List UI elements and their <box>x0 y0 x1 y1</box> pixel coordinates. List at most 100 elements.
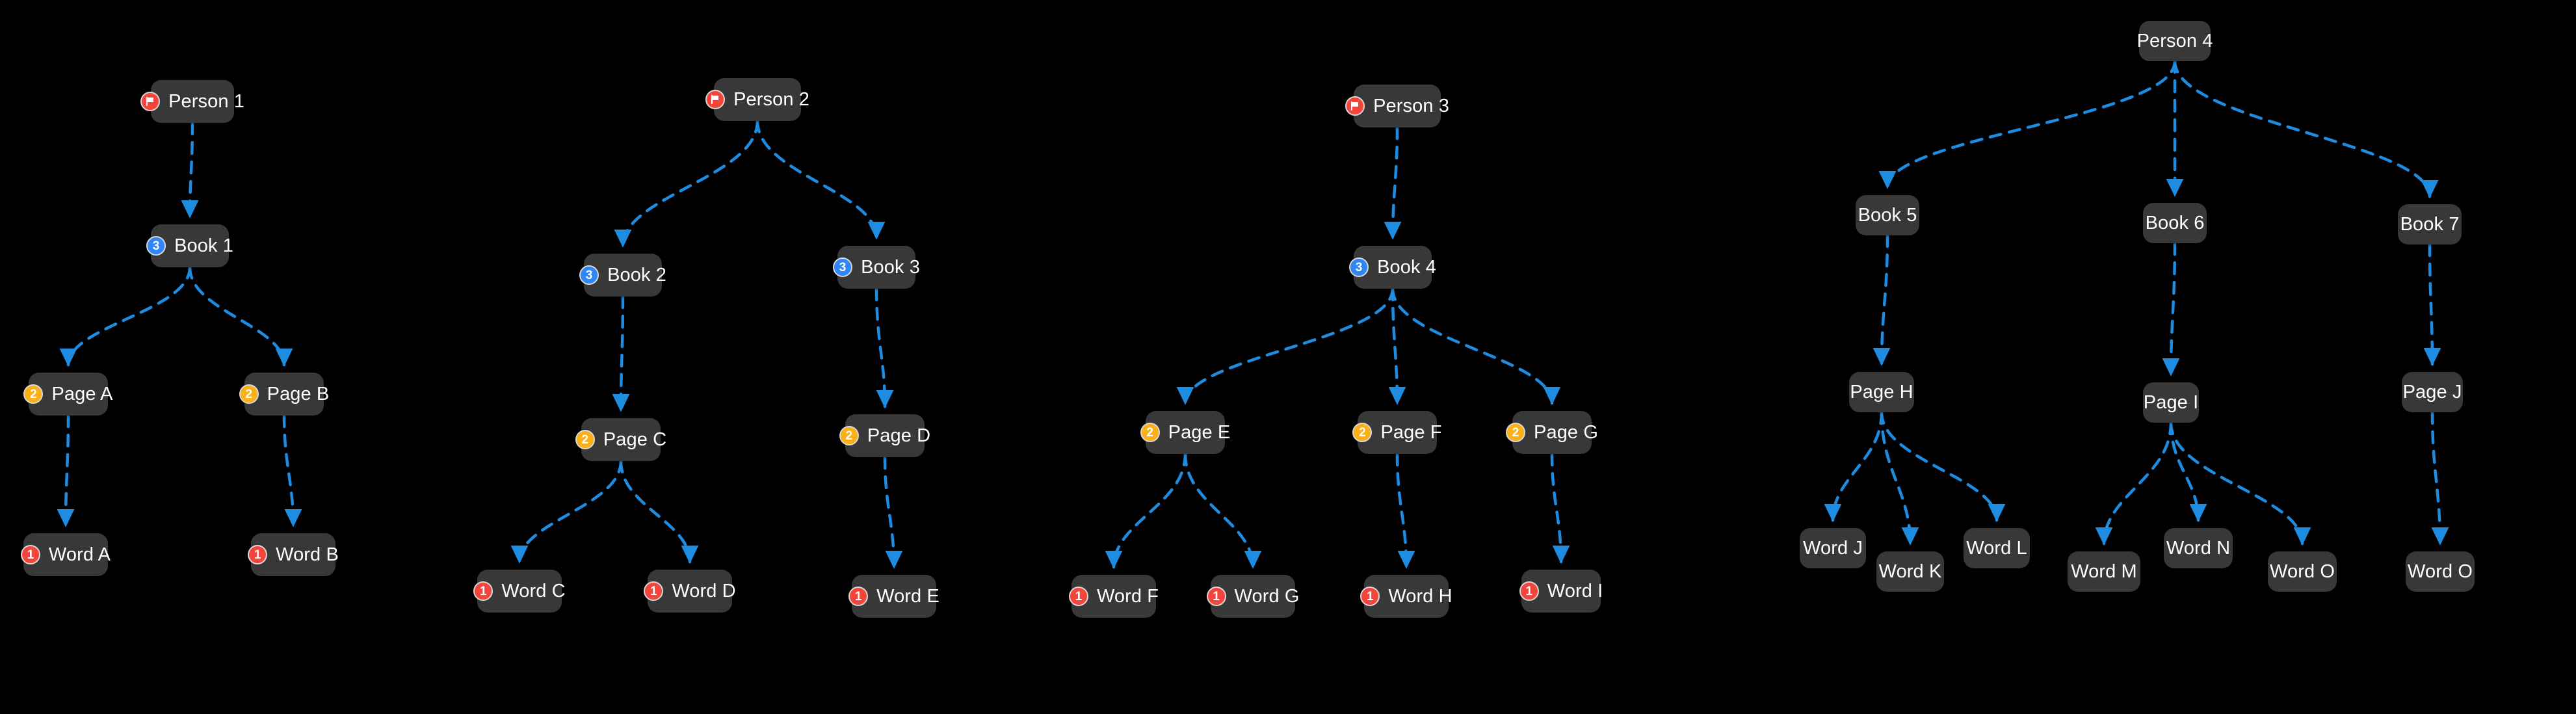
badge-count-value: 1 <box>854 589 862 603</box>
word-count-badge: 1 <box>848 587 869 606</box>
graph-node-wordE[interactable]: 1 Word E <box>848 575 940 618</box>
badge-count-value: 1 <box>1367 589 1374 603</box>
graph-node-pageG[interactable]: 2 Page G <box>1506 411 1598 454</box>
page-count-badge: 2 <box>575 430 595 449</box>
graph-node-pageF[interactable]: 2 Page F <box>1352 411 1441 454</box>
page-count-badge: 2 <box>1140 423 1160 442</box>
graph-node-book2[interactable]: 3 Book 2 <box>579 254 666 297</box>
node-layer: Person 1 3 Book 1 2 Page A 2 Page B 1 Word A 1 Wor… <box>0 0 2576 714</box>
graph-node-book7[interactable]: Book 7 <box>2398 204 2462 245</box>
book-count-badge: 3 <box>833 258 853 277</box>
graph-node-label: Page B <box>267 383 330 404</box>
badge-count-value: 1 <box>1525 584 1533 598</box>
flag-glyph-icon <box>1350 101 1360 111</box>
book-count-badge: 3 <box>579 265 599 285</box>
badge-count-value: 2 <box>1359 425 1366 440</box>
graph-node-label: Word O <box>2270 561 2335 582</box>
graph-node-wordG[interactable]: 1 Word G <box>1206 575 1299 618</box>
badge-count-value: 1 <box>650 584 657 598</box>
book-count-badge: 3 <box>1349 258 1369 277</box>
graph-node-wordC[interactable]: 1 Word C <box>473 570 566 613</box>
graph-node-wordI[interactable]: 1 Word I <box>1519 570 1603 613</box>
graph-node-label: Word L <box>1966 537 2027 559</box>
graph-node-label: Page F <box>1380 421 1442 443</box>
graph-node-wordK[interactable]: Word K <box>1876 551 1944 592</box>
graph-node-person2[interactable]: Person 2 <box>705 78 809 121</box>
graph-node-label: Book 5 <box>1858 204 1917 226</box>
graph-node-pageJ[interactable]: Page J <box>2402 372 2463 412</box>
graph-node-wordJ[interactable]: Word J <box>1800 528 1866 568</box>
graph-node-wordO1[interactable]: Word O <box>2268 551 2337 592</box>
flag-glyph-icon <box>711 95 720 104</box>
graph-node-label: Person 1 <box>168 90 244 112</box>
graph-node-pageD[interactable]: 2 Page D <box>839 414 930 457</box>
graph-node-pageI[interactable]: Page I <box>2143 382 2199 423</box>
graph-node-wordB[interactable]: 1 Word B <box>248 533 339 576</box>
graph-node-book1[interactable]: 3 Book 1 <box>146 224 233 267</box>
graph-node-book6[interactable]: Book 6 <box>2143 203 2207 243</box>
graph-node-label: Book 4 <box>1377 256 1436 278</box>
graph-node-person4[interactable]: Person 4 <box>2136 21 2213 61</box>
badge-count-value: 2 <box>30 387 37 401</box>
graph-node-label: Word K <box>1878 561 1942 582</box>
graph-node-label: Page G <box>1534 421 1598 443</box>
page-count-badge: 2 <box>239 384 259 404</box>
graph-node-wordN[interactable]: Word N <box>2164 528 2233 568</box>
flag-glyph-icon <box>146 97 155 106</box>
graph-node-pageE[interactable]: 2 Page E <box>1140 411 1230 454</box>
graph-node-label: Person 2 <box>733 88 809 110</box>
badge-count-value: 3 <box>1355 260 1363 274</box>
graph-node-label: Page I <box>2143 391 2199 413</box>
graph-node-wordD[interactable]: 1 Word D <box>644 570 736 613</box>
graph-node-book3[interactable]: 3 Book 3 <box>833 246 920 289</box>
badge-count-value: 2 <box>845 429 853 443</box>
page-count-badge: 2 <box>839 426 859 445</box>
page-count-badge: 2 <box>1506 423 1526 442</box>
graph-node-wordL[interactable]: Word L <box>1964 528 2030 568</box>
graph-node-person3[interactable]: Person 3 <box>1345 85 1449 127</box>
graph-node-label: Book 7 <box>2400 213 2460 235</box>
word-count-badge: 1 <box>1206 587 1226 606</box>
word-count-badge: 1 <box>473 581 493 601</box>
page-count-badge: 2 <box>1352 423 1373 442</box>
badge-count-value: 1 <box>254 548 261 562</box>
graph-node-person1[interactable]: Person 1 <box>140 80 244 123</box>
graph-node-label: Book 1 <box>174 235 233 256</box>
graph-node-book4[interactable]: 3 Book 4 <box>1349 246 1436 289</box>
graph-node-label: Book 6 <box>2145 212 2205 233</box>
badge-count-value: 1 <box>480 584 487 598</box>
word-count-badge: 1 <box>248 545 268 564</box>
graph-node-label: Word B <box>276 544 339 565</box>
graph-node-wordA[interactable]: 1 Word A <box>20 533 111 576</box>
graph-node-pageC[interactable]: 2 Page C <box>575 418 666 461</box>
graph-node-pageB[interactable]: 2 Page B <box>239 373 329 416</box>
graph-node-book5[interactable]: Book 5 <box>1856 195 1919 235</box>
badge-count-value: 1 <box>1075 589 1083 603</box>
graph-node-label: Word G <box>1234 585 1300 607</box>
graph-node-wordF[interactable]: 1 Word F <box>1068 575 1159 618</box>
flag-icon <box>140 92 161 111</box>
badge-count-value: 1 <box>1213 589 1220 603</box>
badge-count-value: 3 <box>585 268 593 282</box>
graph-node-label: Page C <box>603 429 667 450</box>
graph-node-wordO2[interactable]: Word O <box>2406 551 2475 592</box>
graph-node-label: Word D <box>672 580 736 602</box>
badge-count-value: 3 <box>839 260 847 274</box>
graph-node-label: Book 3 <box>861 256 920 278</box>
graph-node-label: Word J <box>1803 537 1863 559</box>
word-count-badge: 1 <box>644 581 664 601</box>
graph-node-label: Person 4 <box>2136 30 2213 51</box>
graph-node-label: Word M <box>2071 561 2137 582</box>
graph-node-label: Page A <box>51 383 113 404</box>
graph-node-label: Word E <box>876 585 940 607</box>
graph-node-label: Word H <box>1388 585 1452 607</box>
page-count-badge: 2 <box>23 384 44 404</box>
graph-node-pageA[interactable]: 2 Page A <box>23 373 112 416</box>
graph-node-pageH[interactable]: Page H <box>1849 372 1914 412</box>
word-count-badge: 1 <box>1519 581 1539 601</box>
graph-node-wordH[interactable]: 1 Word H <box>1360 575 1452 618</box>
flag-icon <box>1345 96 1365 116</box>
graph-node-wordM[interactable]: Word M <box>2068 551 2140 592</box>
graph-node-label: Word A <box>48 544 111 565</box>
graph-node-label: Person 3 <box>1373 95 1449 116</box>
